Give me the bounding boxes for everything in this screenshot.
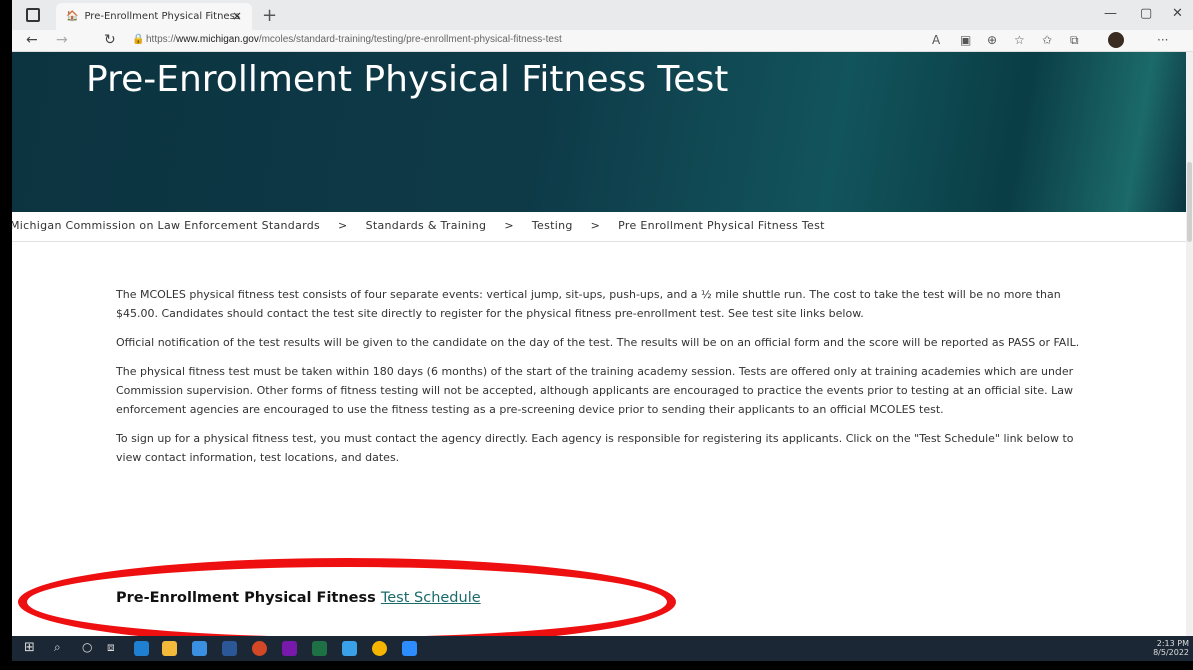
page-title: Pre-Enrollment Physical Fitness Test (86, 59, 729, 100)
hero-banner: Pre-Enrollment Physical Fitness Test (12, 52, 1186, 212)
favorite-star-icon[interactable]: ☆ (1014, 33, 1025, 47)
paragraph-timing: The physical fitness test must be taken … (116, 365, 1074, 416)
clock-time: 2:13 PM (1156, 639, 1189, 648)
zoom-icon[interactable]: ⊕ (987, 33, 997, 47)
read-aloud-icon[interactable]: A (932, 33, 940, 47)
breadcrumb-item-standards-training[interactable]: Standards & Training (366, 219, 487, 232)
breadcrumb: Michigan Commission on Law Enforcement S… (12, 212, 1184, 239)
search-icon[interactable]: ⌕ (54, 640, 61, 655)
powerpoint-icon[interactable] (252, 641, 267, 656)
outlook-icon[interactable] (192, 641, 207, 656)
url-path: /mcoles/standard-training/testing/pre-en… (258, 34, 562, 45)
immersive-reader-icon[interactable]: ▣ (960, 33, 971, 47)
tab-actions-icon[interactable] (26, 8, 40, 22)
taskbar: ⊞ ⌕ ○ ⧈ 2:13 PM 8/5/2022 (12, 636, 1193, 661)
windows-start-icon[interactable]: ⊞ (24, 640, 35, 655)
url-prefix: https:// (146, 34, 177, 45)
more-menu-icon[interactable]: ··· (1157, 33, 1168, 47)
back-icon[interactable]: ← (26, 32, 38, 48)
breadcrumb-item-current: Pre Enrollment Physical Fitness Test (618, 219, 825, 232)
page-scrollbar[interactable] (1186, 52, 1193, 636)
window-close-icon[interactable]: ✕ (1172, 6, 1183, 21)
chrome-icon[interactable] (372, 641, 387, 656)
breadcrumb-separator-icon: > (590, 219, 601, 232)
minimize-icon[interactable]: — (1104, 6, 1117, 21)
system-clock[interactable]: 2:13 PM 8/5/2022 (1153, 639, 1189, 657)
annotation-ellipse (18, 558, 676, 646)
collections-icon[interactable]: ⧉ (1070, 33, 1079, 48)
maximize-icon[interactable]: ▢ (1140, 6, 1152, 21)
profile-avatar[interactable] (1108, 32, 1124, 48)
excel-icon[interactable] (312, 641, 327, 656)
scroll-thumb[interactable] (1187, 162, 1192, 242)
breadcrumb-item-mcoles[interactable]: Michigan Commission on Law Enforcement S… (12, 219, 320, 232)
tab-title: Pre-Enrollment Physical Fitness (84, 11, 241, 22)
refresh-icon[interactable]: ↻ (104, 32, 116, 48)
task-view-icon[interactable]: ⧈ (107, 640, 115, 655)
word-icon[interactable] (222, 641, 237, 656)
lock-icon[interactable]: 🔒 (132, 34, 144, 45)
zoom-app-icon[interactable] (402, 641, 417, 656)
breadcrumb-separator-icon: > (504, 219, 514, 232)
onenote-icon[interactable] (282, 641, 297, 656)
paragraph-notification: Official notification of the test result… (116, 336, 1080, 349)
browser-tab[interactable]: 🏠 Pre-Enrollment Physical Fitness × (56, 3, 252, 30)
main-content: The MCOLES physical fitness test consist… (116, 285, 1096, 477)
cortana-icon[interactable]: ○ (82, 640, 92, 654)
forward-icon[interactable]: → (56, 32, 68, 48)
new-tab-icon[interactable]: + (262, 5, 277, 26)
clock-date: 8/5/2022 (1153, 648, 1189, 657)
tab-strip: 🏠 Pre-Enrollment Physical Fitness × + — … (12, 0, 1193, 30)
breadcrumb-divider (12, 241, 1186, 242)
teams-icon[interactable] (342, 641, 357, 656)
breadcrumb-item-testing[interactable]: Testing (532, 219, 573, 232)
browser-window: 🏠 Pre-Enrollment Physical Fitness × + — … (12, 0, 1193, 661)
url-field[interactable]: https://www.michigan.gov/mcoles/standard… (146, 34, 562, 45)
favorites-icon[interactable]: ✩ (1042, 33, 1052, 47)
file-explorer-icon[interactable] (162, 641, 177, 656)
address-bar: ← → ↻ 🔒 https://www.michigan.gov/mcoles/… (12, 30, 1193, 52)
breadcrumb-separator-icon: > (338, 219, 348, 232)
tab-close-icon[interactable]: × (232, 9, 242, 23)
paragraph-overview: The MCOLES physical fitness test consist… (116, 288, 1061, 320)
paragraph-signup: To sign up for a physical fitness test, … (116, 432, 1074, 464)
favicon-icon: 🏠 (66, 11, 79, 22)
url-host: www.michigan.gov (176, 34, 259, 45)
edge-browser-icon[interactable] (134, 641, 149, 656)
